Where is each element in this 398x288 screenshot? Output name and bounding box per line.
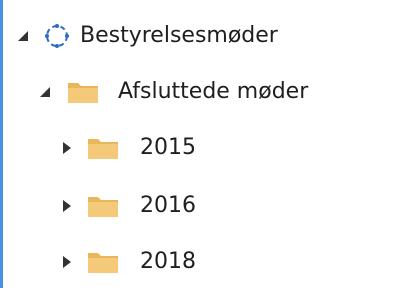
tree-item-label: Afsluttede møder [118,79,309,104]
folder-tree: Bestyrelsesmøder Afsluttede møder 2015 2… [0,0,398,288]
site-circle-icon [45,24,69,48]
tree-item-label: 2016 [140,193,196,218]
tree-item-label: 2018 [140,249,196,274]
tree-item-afsluttede-moder[interactable]: Afsluttede møder [0,72,398,112]
folder-icon [88,139,118,159]
collapsed-arrow-icon[interactable] [60,255,74,269]
tree-item-label: Bestyrelsesmøder [80,23,278,48]
tree-item-2016[interactable]: 2016 [0,186,398,226]
tree-item-2015[interactable]: 2015 [0,128,398,168]
tree-item-bestyrelsesmoder[interactable]: Bestyrelsesmøder [0,16,398,56]
folder-icon [88,253,118,273]
expanded-arrow-icon[interactable] [16,29,30,43]
collapsed-arrow-icon[interactable] [60,141,74,155]
tree-item-label: 2015 [140,135,196,160]
tree-item-2018[interactable]: 2018 [0,242,398,282]
folder-icon [88,197,118,217]
collapsed-arrow-icon[interactable] [60,199,74,213]
expanded-arrow-icon[interactable] [38,85,52,99]
folder-icon [68,83,98,103]
